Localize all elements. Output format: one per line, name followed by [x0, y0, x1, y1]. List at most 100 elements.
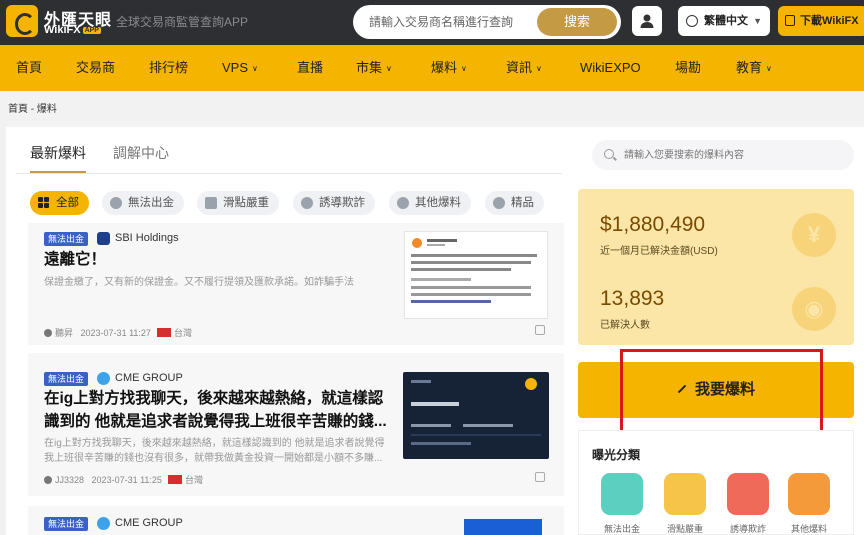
nav-label: 首頁 — [16, 60, 43, 75]
nav-item-rankings[interactable]: 排行榜 — [149, 45, 188, 91]
post-title-line-1[interactable]: 在ig上對方找我聊天，後來越來越熱絡，就這樣認 — [44, 388, 383, 409]
filter-label: 滑點嚴重 — [223, 197, 269, 209]
filter-label: 精品 — [511, 197, 534, 209]
chart-icon — [205, 197, 217, 209]
exposure-search-box — [592, 140, 854, 170]
post-meta: JJ3328 2023-07-31 11:25 台灣 — [44, 473, 203, 486]
post-broker-name[interactable]: SBI Holdings — [115, 232, 179, 244]
post-title-line-2[interactable]: 識到的 他就是追求者說覺得我上班很辛苦賺的錢... — [44, 411, 387, 432]
post-broker-name[interactable]: CME GROUP — [115, 517, 183, 529]
resolved-stats-panel: $1,880,490 近一個月已解決金額(USD) ¥ 13,893 已解決人數… — [578, 189, 854, 345]
badge-icon — [493, 197, 505, 209]
category-label[interactable]: 無法出金 — [596, 522, 648, 535]
globe-icon — [686, 15, 698, 27]
broker-logo-icon — [97, 517, 110, 530]
brand-en-text: WikiFX — [44, 24, 81, 36]
language-selector[interactable]: 繁體中文 ▼ — [678, 6, 770, 36]
nav-label: 教育 — [736, 60, 763, 75]
nav-label: 直播 — [297, 60, 324, 75]
tab-divider — [16, 173, 562, 174]
chevron-down-icon: ∨ — [461, 64, 467, 73]
chevron-down-icon: ∨ — [536, 64, 542, 73]
nav-label: WikiEXPO — [580, 60, 641, 75]
filter-other[interactable]: 其他爆料 — [389, 191, 471, 215]
wikifx-logo-icon[interactable] — [6, 5, 38, 37]
tab-latest-exposure[interactable]: 最新爆料 — [30, 143, 86, 173]
broker-search-input[interactable] — [369, 13, 529, 31]
nav-item-market[interactable]: 市集 ∨ — [356, 45, 392, 91]
brand-app-tag: APP — [82, 26, 101, 34]
resolved-cases-label: 已解決人數 — [600, 320, 650, 331]
category-label[interactable]: 滑點嚴重 — [659, 522, 711, 535]
nav-item-education[interactable]: 教育 ∨ — [736, 45, 772, 91]
chevron-down-icon: ▼ — [753, 16, 762, 26]
chat-screenshot-image — [411, 238, 537, 303]
search-button[interactable]: 搜索 — [537, 8, 617, 36]
app-screenshot-image — [411, 378, 541, 445]
alert-icon — [301, 197, 313, 209]
chevron-down-icon: ∨ — [766, 64, 772, 73]
broker-logo-icon — [97, 372, 110, 385]
resolved-amount: $1,880,490 — [600, 213, 706, 236]
nav-item-news[interactable]: 資訊 ∨ — [506, 45, 542, 91]
filter-all[interactable]: 全部 — [30, 191, 89, 215]
post-thumbnail[interactable] — [464, 519, 542, 535]
person-icon: ◉ — [792, 287, 836, 331]
resolved-amount-label: 近一個月已解決金額(USD) — [600, 246, 718, 257]
grid-icon — [38, 197, 50, 209]
resolved-cases: 13,893 — [600, 287, 665, 310]
post-region: 台灣 — [184, 475, 203, 485]
nav-item-brokers[interactable]: 交易商 — [76, 45, 115, 91]
pen-icon — [677, 384, 687, 394]
tab-mediation-center[interactable]: 調解中心 — [113, 143, 169, 163]
slippage-category-icon[interactable] — [664, 473, 706, 515]
nav-label: VPS — [222, 60, 249, 75]
nav-item-vps[interactable]: VPS ∨ — [222, 45, 258, 91]
filter-slippage[interactable]: 滑點嚴重 — [197, 191, 279, 215]
post-broker-name[interactable]: CME GROUP — [115, 372, 183, 384]
chevron-down-icon: ∨ — [386, 64, 392, 73]
nav-item-live[interactable]: 直播 — [297, 45, 323, 91]
exposure-search-input[interactable] — [624, 147, 844, 163]
nav-label: 場勘 — [675, 60, 702, 75]
post-category-badge: 無法出金 — [44, 372, 89, 386]
category-label[interactable]: 誘導欺詐 — [722, 522, 774, 535]
share-icon[interactable] — [535, 325, 545, 335]
user-account-button[interactable] — [632, 6, 662, 36]
brand-name-en[interactable]: WikiFX APP — [44, 24, 101, 36]
post-region: 台灣 — [173, 328, 192, 338]
fraud-category-icon[interactable] — [727, 473, 769, 515]
filter-fraud[interactable]: 誘導欺詐 — [293, 191, 375, 215]
other-category-icon[interactable] — [788, 473, 830, 515]
filter-label: 其他爆料 — [415, 197, 461, 209]
filter-withdrawal[interactable]: 無法出金 — [102, 191, 184, 215]
broker-search-box: 搜索 — [353, 5, 621, 39]
post-time: 2023-07-31 11:27 — [80, 328, 151, 338]
download-app-button[interactable]: 下載WikiFX — [778, 6, 864, 36]
post-summary-line-1: 在ig上對方找我聊天，後來越來越熱絡，就這樣認識到的 他就是追求者說覺得 — [44, 438, 385, 449]
post-category-badge: 無法出金 — [44, 517, 89, 531]
download-label: 下載WikiFX — [800, 15, 859, 27]
withdrawal-category-icon[interactable] — [601, 473, 643, 515]
nav-label: 資訊 — [506, 60, 533, 75]
post-thumbnail[interactable] — [404, 231, 548, 319]
nav-item-home[interactable]: 首頁 — [16, 45, 42, 91]
post-summary-line-2: 我上班很辛苦賺的錢也沒有很多，就帶我做黃金投資一開始都是小額不多賺... — [44, 453, 383, 464]
yen-coin-icon: ¥ — [792, 213, 836, 257]
nav-item-survey[interactable]: 場勘 — [675, 45, 701, 91]
categories-title: 曝光分類 — [592, 448, 641, 462]
post-title[interactable]: 遠離它！ — [44, 249, 106, 270]
nav-item-wikiexpo[interactable]: WikiEXPO — [580, 45, 641, 91]
post-time: 2023-07-31 11:25 — [91, 475, 162, 485]
share-icon[interactable] — [535, 472, 545, 482]
post-meta: 聽昇 2023-07-31 11:27 台灣 — [44, 326, 192, 339]
post-thumbnail[interactable] — [403, 372, 549, 459]
filter-premium[interactable]: 精品 — [485, 191, 544, 215]
search-icon — [604, 149, 614, 159]
report-exposure-button[interactable]: 我要爆料 — [578, 362, 854, 418]
category-label[interactable]: 其他爆料 — [783, 522, 835, 535]
nav-item-exposure[interactable]: 爆料 ∨ — [431, 45, 467, 91]
flag-icon — [156, 328, 171, 337]
chevron-down-icon: ∨ — [252, 64, 258, 73]
breadcrumb[interactable]: 首頁 - 爆料 — [8, 100, 57, 115]
